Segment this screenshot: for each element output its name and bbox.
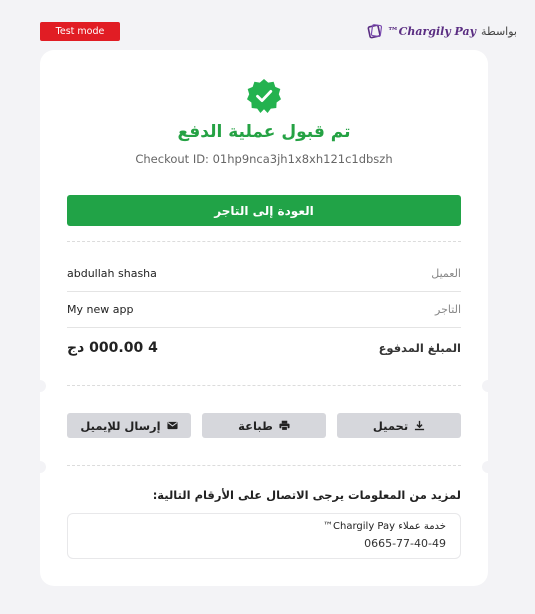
card-notch [34,461,46,473]
printer-icon [279,420,290,431]
card-notch [482,461,494,473]
print-button[interactable]: طباعة [202,413,326,438]
card-notch [482,380,494,392]
envelope-icon [167,421,178,430]
divider [67,241,461,242]
customer-row: abdullah shasha العميل [67,255,461,292]
merchant-value: My new app [67,302,134,316]
card-notch [34,380,46,392]
back-to-merchant-button[interactable]: العودة إلى التاجر [67,195,461,226]
contact-heading: لمزيد من المعلومات يرجى الاتصال على الأر… [152,488,461,502]
contact-box: خدمة عملاء Chargily Pay™ 0665-77-40-49 [67,513,461,559]
download-button[interactable]: تحميل [337,413,461,438]
customer-label: العميل [431,266,461,280]
test-mode-badge: Test mode [40,22,120,41]
by-label: بواسطة [481,24,517,38]
amount-label: المبلغ المدفوع [378,341,461,355]
chargily-logo-icon [367,24,382,39]
amount-row: 4 000.00 دج المبلغ المدفوع [67,330,461,366]
amount-value: 4 000.00 دج [67,340,158,356]
merchant-row: My new app التاجر [67,291,461,328]
email-button-label: إرسال للإيميل [80,418,161,433]
divider [67,465,461,466]
brand-attribution: بواسطة Chargily Pay™ [367,20,517,42]
merchant-label: التاجر [435,302,461,316]
download-icon [415,420,425,431]
contact-title: خدمة عملاء Chargily Pay™ [323,521,446,532]
receipt-card: تم قبول عملية الدفع Checkout ID: 01hp9nc… [34,50,494,586]
contact-phone[interactable]: 0665-77-40-49 [364,537,446,550]
divider [67,385,461,386]
print-button-label: طباعة [238,418,273,433]
brand-name: Chargily Pay™ [387,24,477,38]
customer-value: abdullah shasha [67,266,157,280]
email-button[interactable]: إرسال للإيميل [67,413,191,438]
success-check-icon [247,79,281,113]
download-button-label: تحميل [372,418,409,433]
checkout-id: Checkout ID: 01hp9nca3jh1x8xh121c1dbszh [135,152,393,166]
payment-success-title: تم قبول عملية الدفع [177,122,351,142]
